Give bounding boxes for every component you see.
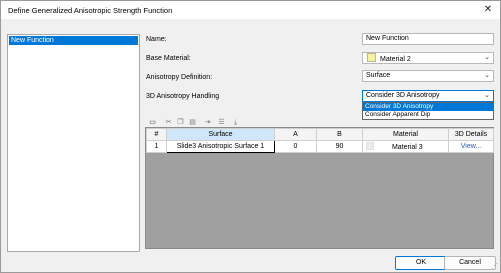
chevron-down-icon: ⌄ xyxy=(484,72,490,79)
material-color-swatch xyxy=(366,142,374,150)
base-material-select[interactable]: Material 2 ⌄ xyxy=(362,52,494,64)
cut-icon[interactable]: ✂ xyxy=(164,118,173,127)
handling-value: Consider 3D Anisotropy xyxy=(366,92,440,99)
paste-icon[interactable]: ▤ xyxy=(188,118,197,127)
title-bar: Define Generalized Anisotropic Strength … xyxy=(1,1,500,19)
b-cell[interactable]: 90 xyxy=(316,140,363,153)
col-header-a[interactable]: A xyxy=(274,128,317,141)
anisotropy-definition-select[interactable]: Surface ⌄ xyxy=(362,70,494,82)
chevron-down-icon: ⌄ xyxy=(484,92,490,99)
copy-icon[interactable]: ❐ xyxy=(176,118,185,127)
material-color-swatch xyxy=(367,53,376,62)
resize-grip-icon[interactable]: ⋰ xyxy=(491,262,498,270)
details-cell[interactable]: View... xyxy=(448,140,494,153)
function-list-item[interactable]: New Function xyxy=(9,36,138,45)
fill-down-icon[interactable]: ⤓ xyxy=(231,118,240,127)
surface-table: # Surface A B Material 3D Details 1 Slid… xyxy=(146,128,494,153)
name-input[interactable]: New Function xyxy=(362,33,494,45)
delete-row-icon[interactable]: ☰ xyxy=(217,118,226,127)
col-header-material[interactable]: Material xyxy=(362,128,449,141)
anisotropy-definition-value: Surface xyxy=(366,72,391,79)
col-header-3d-details[interactable]: 3D Details xyxy=(448,128,494,141)
cancel-button[interactable]: Cancel xyxy=(444,256,496,270)
col-header-b[interactable]: B xyxy=(316,128,363,141)
base-material-label: Base Material: xyxy=(146,55,191,62)
handling-label: 3D Anisotropy Handling xyxy=(146,93,220,100)
close-icon[interactable]: ✕ xyxy=(482,4,494,16)
insert-row-icon[interactable]: ⇥ xyxy=(203,118,212,127)
material-cell[interactable]: Material 3 xyxy=(362,140,449,153)
surface-cell[interactable]: Slide3 Anisotropic Surface 1 xyxy=(166,140,275,153)
function-list[interactable]: New Function xyxy=(7,34,140,252)
col-header-num: # xyxy=(146,128,167,141)
table-header-row: # Surface A B Material 3D Details xyxy=(146,128,494,141)
ok-button[interactable]: OK xyxy=(395,256,447,270)
a-cell[interactable]: 0 xyxy=(274,140,317,153)
handling-select[interactable]: Consider 3D Anisotropy ⌄ xyxy=(362,90,494,102)
dialog-window: Define Generalized Anisotropic Strength … xyxy=(0,0,501,273)
name-label: Name: xyxy=(146,36,167,43)
handling-option-3d[interactable]: Consider 3D Anisotropy xyxy=(363,103,493,111)
material-cell-value: Material 3 xyxy=(391,144,423,151)
table-row: 1 Slide3 Anisotropic Surface 1 0 90 Mate… xyxy=(146,140,494,153)
view-details-link[interactable]: View... xyxy=(461,143,482,150)
anisotropy-definition-label: Anisotropy Definition: xyxy=(146,74,213,81)
new-row-icon[interactable]: ▭ xyxy=(148,118,157,127)
row-number: 1 xyxy=(146,140,167,153)
base-material-value: Material 2 xyxy=(380,56,411,63)
window-title: Define Generalized Anisotropic Strength … xyxy=(8,6,173,15)
chevron-down-icon: ⌄ xyxy=(484,54,490,61)
col-header-surface[interactable]: Surface xyxy=(166,128,275,141)
